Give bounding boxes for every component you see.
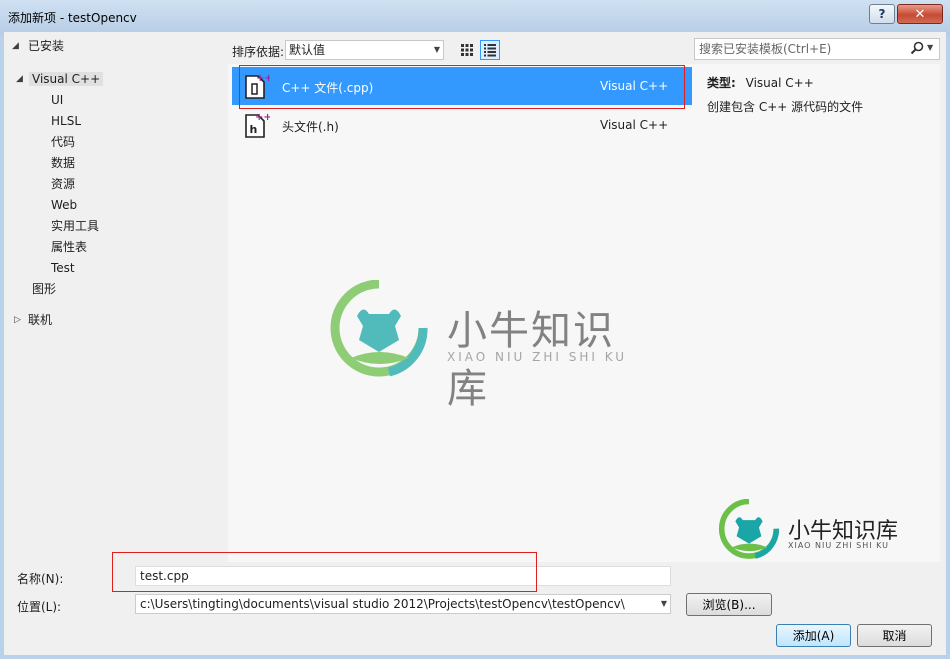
tree-node-online[interactable]: ▷ 联机	[14, 310, 52, 330]
grid-view-icon	[461, 44, 473, 56]
expanded-arrow-icon[interactable]: ◢	[16, 69, 26, 89]
dialog-client-area: ◢ 已安装 ◢ Visual C++ UI HLSL 代码 数据 资源 Web …	[4, 32, 946, 655]
details-pane: 类型: Visual C++ 创建包含 C++ 源代码的文件	[694, 64, 940, 562]
tree-node-visual-cpp[interactable]: ◢ Visual C++	[16, 69, 104, 89]
watermark-subtitle: XIAO NIU ZHI SHI KU	[788, 541, 890, 550]
chevron-down-icon[interactable]: ▼	[661, 595, 667, 613]
location-value: c:\Users\tingting\documents\visual studi…	[140, 597, 625, 611]
highlight-box-name	[112, 552, 537, 592]
tree-item-hlsl[interactable]: HLSL	[51, 111, 81, 131]
browse-button[interactable]: 浏览(B)...	[686, 593, 772, 616]
watermark-large: 小牛知识库 XIAO NIU ZHI SHI KU	[329, 280, 629, 412]
sort-dropdown[interactable]: 默认值 ▼	[285, 40, 444, 60]
sort-toolbar: 排序依据: 默认值 ▼	[228, 38, 694, 64]
tree-item-code[interactable]: 代码	[51, 132, 75, 152]
collapsed-arrow-icon[interactable]: ▷	[14, 310, 24, 330]
cancel-button[interactable]: 取消	[857, 624, 932, 647]
tree-node-installed[interactable]: ◢ 已安装	[12, 36, 64, 56]
help-button[interactable]: ?	[869, 4, 895, 24]
location-label: 位置(L):	[17, 600, 62, 614]
template-row-header[interactable]: h ++ 头文件(.h) Visual C++	[232, 106, 692, 144]
list-view-icon	[484, 44, 496, 57]
detail-type: 类型: Visual C++	[707, 74, 814, 91]
watermark-subtitle: XIAO NIU ZHI SHI KU	[447, 350, 628, 364]
tree-item-data[interactable]: 数据	[51, 153, 75, 173]
svg-text:++: ++	[255, 112, 270, 123]
watermark-small: 小牛知识库 XIAO NIU ZHI SHI KU	[718, 499, 908, 563]
title-bar: 添加新项 - testOpencv ? ✕	[0, 0, 950, 36]
tree-item-property-sheet[interactable]: 属性表	[51, 237, 87, 257]
detail-type-label: 类型:	[707, 76, 736, 90]
search-input[interactable]	[699, 40, 904, 58]
svg-text:h: h	[250, 123, 258, 136]
grid-view-button[interactable]	[457, 40, 477, 60]
bull-logo-icon	[718, 499, 780, 559]
chevron-down-icon[interactable]: ▼	[927, 43, 933, 52]
template-type: Visual C++	[600, 118, 669, 132]
close-button[interactable]: ✕	[897, 4, 943, 24]
tree-item-utility[interactable]: 实用工具	[51, 216, 99, 236]
sort-value: 默认值	[289, 43, 326, 57]
search-box[interactable]: ▼	[694, 38, 940, 60]
category-tree: ◢ 已安装 ◢ Visual C++ UI HLSL 代码 数据 资源 Web …	[4, 32, 228, 562]
sort-label: 排序依据:	[232, 45, 285, 59]
expanded-arrow-icon[interactable]: ◢	[12, 36, 22, 56]
highlight-box-template	[239, 65, 685, 109]
header-file-icon: h ++	[245, 112, 270, 138]
tree-label-online: 联机	[28, 313, 53, 327]
list-view-button[interactable]	[480, 40, 500, 60]
chevron-down-icon: ▼	[433, 45, 440, 54]
tree-item-test[interactable]: Test	[51, 258, 75, 278]
tree-label-installed: 已安装	[28, 39, 65, 53]
add-button[interactable]: 添加(A)	[776, 624, 851, 647]
location-combobox[interactable]: c:\Users\tingting\documents\visual studi…	[135, 594, 671, 614]
detail-description: 创建包含 C++ 源代码的文件	[707, 100, 864, 114]
tree-item-resource[interactable]: 资源	[51, 174, 75, 194]
close-icon: ✕	[914, 6, 926, 22]
help-icon: ?	[878, 7, 886, 21]
window-title: 添加新项 - testOpencv	[8, 11, 137, 25]
search-icon[interactable]	[910, 41, 924, 55]
bull-logo-icon	[330, 280, 428, 377]
tree-item-graphics[interactable]: 图形	[32, 279, 56, 299]
tree-item-ui[interactable]: UI	[51, 90, 63, 110]
tree-label-visual-cpp: Visual C++	[29, 72, 104, 86]
template-name: 头文件(.h)	[282, 120, 339, 134]
detail-type-value: Visual C++	[745, 76, 814, 90]
name-label: 名称(N):	[17, 572, 64, 586]
tree-item-web[interactable]: Web	[51, 195, 77, 215]
